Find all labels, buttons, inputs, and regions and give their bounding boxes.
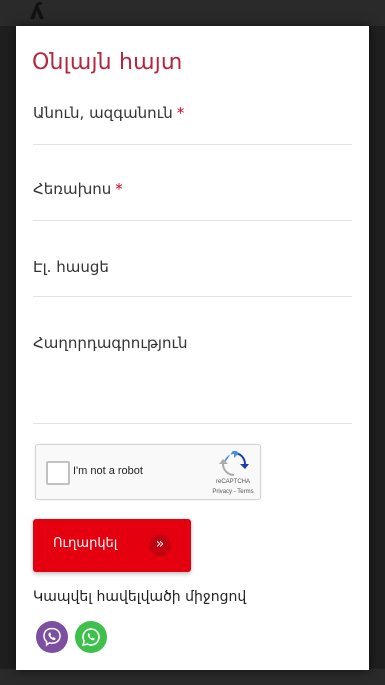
phone-field-label: Հեռախոս * [33,180,123,198]
phone-field[interactable]: Հեռախոս * [33,180,352,221]
background-logo: ʎ [30,0,45,25]
submit-button[interactable]: Ուղարկել » [33,519,191,572]
viber-button[interactable] [36,621,68,653]
whatsapp-button[interactable] [75,621,107,653]
email-field-label: Էլ. հասցե [33,258,109,276]
online-request-modal: Օնլայն հայտ Անուն, ազգանուն * Հեռախոս * Էլ… [16,26,369,670]
recaptcha-checkbox[interactable] [46,461,70,485]
modal-title: Օնլայն հայտ [32,50,183,75]
recaptcha-icon [219,451,249,476]
required-mark: * [176,104,185,122]
whatsapp-icon [81,628,100,647]
required-mark: * [115,180,123,198]
message-field-label: Հաղորդագրություն [33,334,188,352]
contact-via-app-label: Կապվել հավելվածի միջոցով [33,589,247,605]
submit-button-label: Ուղարկել [53,536,118,551]
name-field[interactable]: Անուն, ազգանուն * [33,104,352,145]
viber-icon [43,627,61,647]
message-field[interactable]: Հաղորդագրություն [33,334,352,424]
recaptcha-label: I'm not a robot [73,465,143,477]
double-chevron-right-icon: » [149,534,171,556]
recaptcha-widget: I'm not a robot reCAPTCHA Privacy - Term… [35,444,261,500]
recaptcha-terms-link[interactable]: Privacy - Terms [206,489,260,495]
background-page-footer [0,669,385,685]
background-page-header: ʎ [0,0,385,26]
email-field[interactable]: Էլ. հասցե [33,258,352,297]
name-field-label: Անուն, ազգանուն * [33,104,185,122]
recaptcha-brand: reCAPTCHA [215,479,250,485]
